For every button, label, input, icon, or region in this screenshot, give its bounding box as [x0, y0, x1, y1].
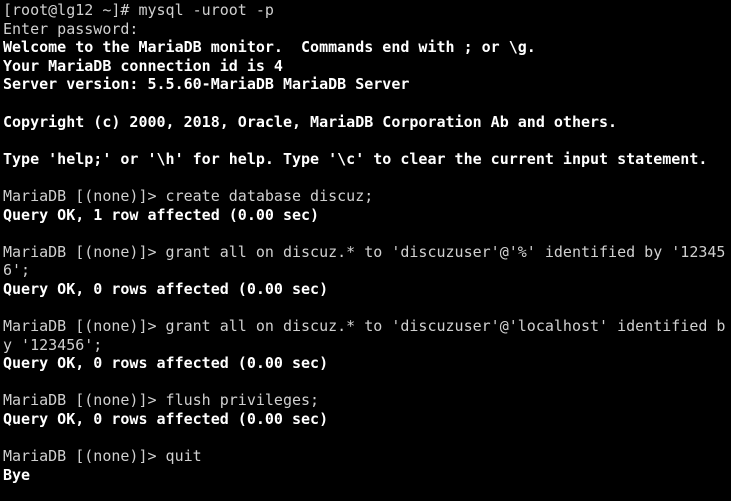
terminal-window[interactable]: [root@lg12 ~]# mysql -uroot -p Enter pass…	[0, 0, 731, 501]
terminal-current-prompt-line[interactable]: [root@lg12 ~]#	[3, 492, 731, 501]
terminal-line: 6';	[3, 261, 31, 280]
terminal-line: Enter password:	[3, 19, 139, 38]
terminal-line: Query OK, 0 rows affected (0.00 sec)	[3, 354, 329, 373]
terminal-line: Welcome to the MariaDB monitor. Commands…	[3, 38, 536, 57]
terminal-line: Server version: 5.5.60-MariaDB MariaDB S…	[3, 75, 410, 94]
terminal-screen[interactable]: [root@lg12 ~]# mysql -uroot -p Enter pass…	[3, 1, 731, 484]
terminal-line: MariaDB [(none)]> quit	[3, 447, 202, 466]
terminal-line: Query OK, 0 rows affected (0.00 sec)	[3, 279, 329, 298]
terminal-line: Type 'help;' or '\h' for help. Type '\c'…	[3, 149, 708, 168]
terminal-line: MariaDB [(none)]> create database discuz…	[3, 186, 374, 205]
terminal-line: y '123456';	[3, 335, 103, 354]
terminal-line: Query OK, 1 row affected (0.00 sec)	[3, 205, 320, 224]
terminal-line: MariaDB [(none)]> flush privileges;	[3, 391, 320, 410]
terminal-line: MariaDB [(none)]> grant all on discuz.* …	[3, 242, 726, 261]
terminal-line: Your MariaDB connection id is 4	[3, 56, 283, 75]
terminal-line: [root@lg12 ~]# mysql -uroot -p	[3, 1, 274, 19]
terminal-line: Copyright (c) 2000, 2018, Oracle, MariaD…	[3, 112, 618, 131]
terminal-line: Query OK, 0 rows affected (0.00 sec)	[3, 410, 329, 429]
terminal-line: Bye	[3, 465, 31, 484]
terminal-line: MariaDB [(none)]> grant all on discuz.* …	[3, 317, 726, 336]
